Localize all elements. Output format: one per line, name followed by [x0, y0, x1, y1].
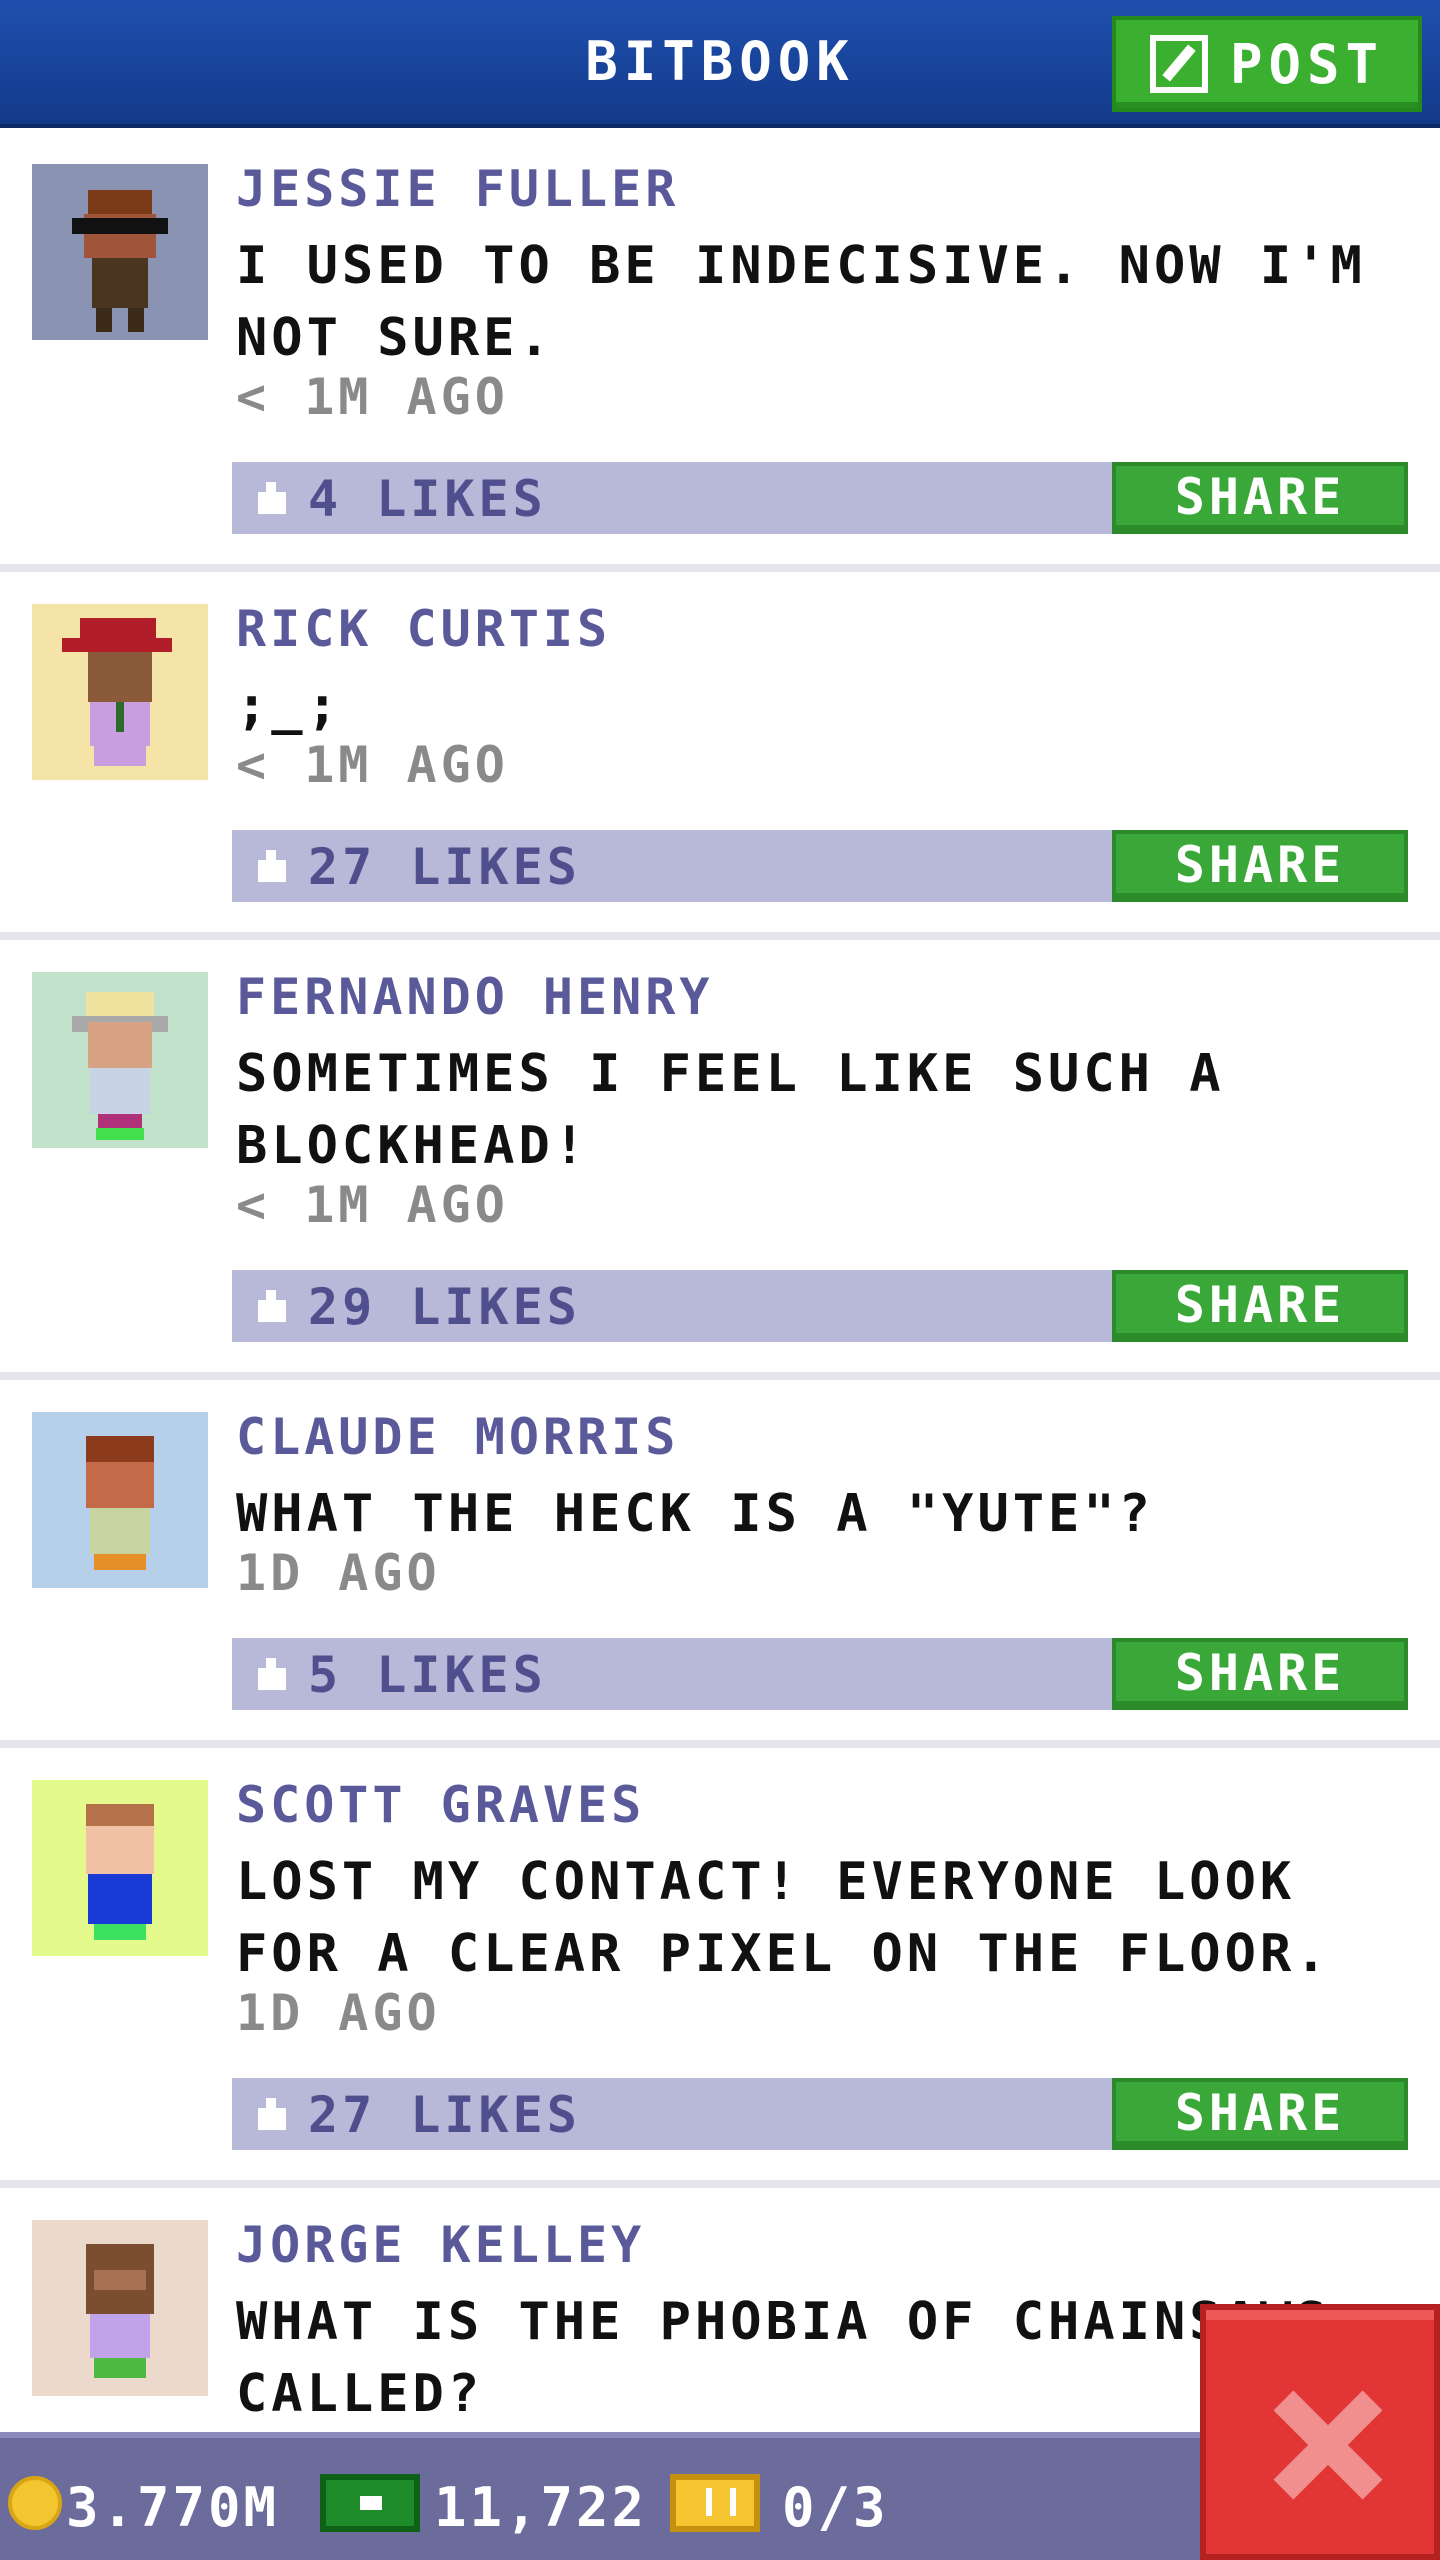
- feed-post: RICK CURTIS ;_; < 1M AGO 27 LIKES SHARE: [0, 572, 1440, 940]
- likes-bar: 4 LIKES SHARE: [232, 462, 1408, 534]
- share-button[interactable]: SHARE: [1112, 1270, 1408, 1342]
- post-timestamp: 1D AGO: [236, 1544, 441, 1602]
- close-button[interactable]: [1200, 2304, 1440, 2560]
- post-text: LOST MY CONTACT! EVERYONE LOOK FOR A CLE…: [236, 1852, 1331, 1984]
- thumbs-up-icon: [248, 2098, 288, 2132]
- avatar: [32, 604, 208, 780]
- feed-post: FERNANDO HENRY SOMETIMES I FEEL LIKE SUC…: [0, 940, 1440, 1380]
- likes-count: 4 LIKES: [308, 470, 547, 528]
- ticket-icon: [670, 2474, 760, 2532]
- post-timestamp: < 1M AGO: [236, 1176, 509, 1234]
- avatar: [32, 1412, 208, 1588]
- likes-count: 27 LIKES: [308, 838, 581, 896]
- close-icon: [1270, 2390, 1383, 2500]
- coin-icon: [8, 2476, 62, 2530]
- likes-count: 29 LIKES: [308, 1278, 581, 1336]
- avatar: [32, 164, 208, 340]
- post-text: SOMETIMES I FEEL LIKE SUCH A BLOCKHEAD!: [236, 1044, 1225, 1176]
- post-timestamp: 1D AGO: [236, 1984, 441, 2042]
- post-button[interactable]: POST: [1112, 16, 1422, 112]
- share-button[interactable]: SHARE: [1112, 2078, 1408, 2150]
- thumbs-up-icon: [248, 482, 288, 516]
- thumbs-up-icon: [248, 850, 288, 884]
- likes-bar: 29 LIKES SHARE: [232, 1270, 1408, 1342]
- share-button[interactable]: SHARE: [1112, 462, 1408, 534]
- feed-post: SCOTT GRAVES LOST MY CONTACT! EVERYONE L…: [0, 1748, 1440, 2188]
- thumbs-up-icon: [248, 1290, 288, 1324]
- coin-balance: 3.770M: [66, 2476, 280, 2539]
- post-text: WHAT THE HECK IS A "YUTE"?: [236, 1484, 1154, 1544]
- share-button[interactable]: SHARE: [1112, 1638, 1408, 1710]
- likes-bar: 27 LIKES SHARE: [232, 830, 1408, 902]
- likes-bar: 27 LIKES SHARE: [232, 2078, 1408, 2150]
- post-timestamp: < 1M AGO: [236, 368, 509, 426]
- avatar: [32, 2220, 208, 2396]
- post-author[interactable]: JORGE KELLEY: [236, 2216, 645, 2274]
- post-button-label: POST: [1229, 32, 1385, 96]
- likes-bar: 5 LIKES SHARE: [232, 1638, 1408, 1710]
- post-author[interactable]: SCOTT GRAVES: [236, 1776, 645, 1834]
- share-button[interactable]: SHARE: [1112, 830, 1408, 902]
- ticket-count: 0/3: [782, 2476, 889, 2539]
- post-text: ;_;: [236, 676, 342, 736]
- app-header: BITBOOK POST: [0, 0, 1440, 128]
- post-author[interactable]: JESSIE FULLER: [236, 160, 679, 218]
- feed-post: CLAUDE MORRIS WHAT THE HECK IS A "YUTE"?…: [0, 1380, 1440, 1748]
- feed-post: JESSIE FULLER I USED TO BE INDECISIVE. N…: [0, 132, 1440, 572]
- thumbs-up-icon: [248, 1658, 288, 1692]
- avatar: [32, 972, 208, 1148]
- likes-count: 27 LIKES: [308, 2086, 581, 2144]
- edit-icon: [1149, 35, 1208, 93]
- post-author[interactable]: RICK CURTIS: [236, 600, 611, 658]
- post-timestamp: < 1M AGO: [236, 736, 509, 794]
- post-author[interactable]: FERNANDO HENRY: [236, 968, 713, 1026]
- post-author[interactable]: CLAUDE MORRIS: [236, 1408, 679, 1466]
- likes-count: 5 LIKES: [308, 1646, 547, 1704]
- post-text: I USED TO BE INDECISIVE. NOW I'M NOT SUR…: [236, 236, 1366, 368]
- bux-icon: [320, 2474, 420, 2532]
- bux-balance: 11,722: [434, 2476, 648, 2539]
- avatar: [32, 1780, 208, 1956]
